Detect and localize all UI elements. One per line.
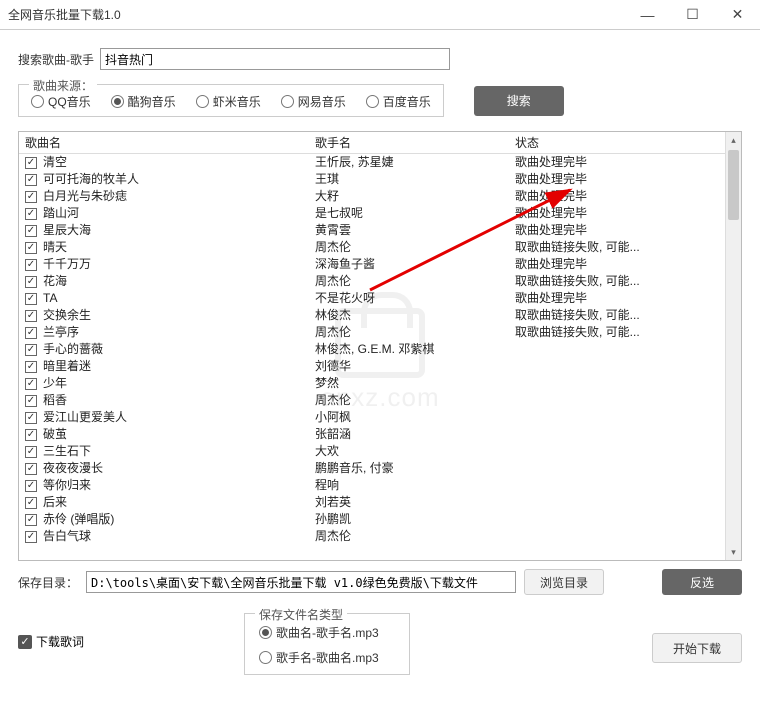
row-checkbox[interactable] [25, 429, 37, 441]
download-lyric-checkbox[interactable]: ✓ 下载歌词 [18, 633, 84, 650]
row-checkbox[interactable] [25, 446, 37, 458]
row-checkbox[interactable] [25, 259, 37, 271]
table-row[interactable]: 暗里着迷刘德华 [19, 358, 725, 375]
checkmark-icon: ✓ [18, 635, 32, 649]
scroll-up-icon[interactable]: ▴ [726, 132, 741, 148]
row-checkbox[interactable] [25, 225, 37, 237]
row-checkbox[interactable] [25, 157, 37, 169]
filetype-legend: 保存文件名类型 [255, 606, 347, 623]
table-row[interactable]: 白月光与朱砂痣大籽歌曲处理完毕 [19, 188, 725, 205]
titlebar: 全网音乐批量下载1.0 — ☐ ✕ [0, 0, 760, 30]
header-status[interactable]: 状态 [515, 134, 725, 151]
row-checkbox[interactable] [25, 463, 37, 475]
save-path-input[interactable] [86, 571, 516, 593]
minimize-button[interactable]: — [625, 0, 670, 30]
table-row[interactable]: 爱江山更爱美人小阿枫 [19, 409, 725, 426]
table-row[interactable]: 稻香周杰伦 [19, 392, 725, 409]
row-checkbox[interactable] [25, 378, 37, 390]
filetype-radio-0[interactable]: 歌曲名-歌手名.mp3 [259, 624, 379, 641]
source-legend: 歌曲来源： [29, 77, 97, 94]
table-row[interactable]: 可可托海的牧羊人王琪歌曲处理完毕 [19, 171, 725, 188]
search-input[interactable] [100, 48, 450, 70]
radio-icon [366, 95, 379, 108]
source-radio-3[interactable]: 网易音乐 [281, 93, 346, 110]
radio-icon [259, 626, 272, 639]
row-checkbox[interactable] [25, 412, 37, 424]
start-download-button[interactable]: 开始下载 [652, 633, 742, 663]
source-radio-0[interactable]: QQ音乐 [31, 93, 91, 110]
filetype-fieldset: 保存文件名类型 歌曲名-歌手名.mp3歌手名-歌曲名.mp3 [244, 613, 410, 675]
browse-button[interactable]: 浏览目录 [524, 569, 604, 595]
header-artist[interactable]: 歌手名 [315, 134, 515, 151]
row-checkbox[interactable] [25, 242, 37, 254]
window-title: 全网音乐批量下载1.0 [8, 6, 625, 23]
source-radio-2[interactable]: 虾米音乐 [196, 93, 261, 110]
row-checkbox[interactable] [25, 514, 37, 526]
song-list: 歌曲名 歌手名 状态 清空王忻辰, 苏星婕歌曲处理完毕可可托海的牧羊人王琪歌曲处… [18, 131, 742, 561]
row-checkbox[interactable] [25, 191, 37, 203]
table-row[interactable]: 晴天周杰伦取歌曲链接失败, 可能... [19, 239, 725, 256]
row-checkbox[interactable] [25, 208, 37, 220]
list-header: 歌曲名 歌手名 状态 [19, 132, 725, 154]
header-song[interactable]: 歌曲名 [25, 134, 315, 151]
table-row[interactable]: 三生石下大欢 [19, 443, 725, 460]
table-row[interactable]: 少年梦然 [19, 375, 725, 392]
table-row[interactable]: TA不是花火呀歌曲处理完毕 [19, 290, 725, 307]
table-row[interactable]: 等你归来程响 [19, 477, 725, 494]
table-row[interactable]: 破茧张韶涵 [19, 426, 725, 443]
radio-icon [196, 95, 209, 108]
table-row[interactable]: 花海周杰伦取歌曲链接失败, 可能... [19, 273, 725, 290]
row-checkbox[interactable] [25, 293, 37, 305]
row-checkbox[interactable] [25, 174, 37, 186]
row-checkbox[interactable] [25, 395, 37, 407]
table-row[interactable]: 交换余生林俊杰取歌曲链接失败, 可能... [19, 307, 725, 324]
filetype-radio-1[interactable]: 歌手名-歌曲名.mp3 [259, 649, 379, 666]
table-row[interactable]: 兰亭序周杰伦取歌曲链接失败, 可能... [19, 324, 725, 341]
row-checkbox[interactable] [25, 361, 37, 373]
table-row[interactable]: 星辰大海黄霄雲歌曲处理完毕 [19, 222, 725, 239]
row-checkbox[interactable] [25, 310, 37, 322]
row-checkbox[interactable] [25, 531, 37, 543]
save-path-label: 保存目录： [18, 574, 78, 591]
invert-select-button[interactable]: 反选 [662, 569, 742, 595]
radio-icon [31, 95, 44, 108]
maximize-button[interactable]: ☐ [670, 0, 715, 30]
row-checkbox[interactable] [25, 276, 37, 288]
source-radio-1[interactable]: 酷狗音乐 [111, 93, 176, 110]
search-button[interactable]: 搜索 [474, 86, 564, 116]
table-row[interactable]: 千千万万深海鱼子酱歌曲处理完毕 [19, 256, 725, 273]
radio-icon [111, 95, 124, 108]
table-row[interactable]: 清空王忻辰, 苏星婕歌曲处理完毕 [19, 154, 725, 171]
table-row[interactable]: 告白气球周杰伦 [19, 528, 725, 545]
table-row[interactable]: 后来刘若英 [19, 494, 725, 511]
row-checkbox[interactable] [25, 480, 37, 492]
table-row[interactable]: 踏山河是七叔呢歌曲处理完毕 [19, 205, 725, 222]
scrollbar[interactable]: ▴ ▾ [725, 132, 741, 560]
download-lyric-label: 下载歌词 [36, 633, 84, 650]
scroll-down-icon[interactable]: ▾ [726, 544, 741, 560]
radio-icon [259, 651, 272, 664]
table-row[interactable]: 夜夜夜漫长鹏鹏音乐, 付豪 [19, 460, 725, 477]
table-row[interactable]: 手心的蔷薇林俊杰, G.E.M. 邓紫棋 [19, 341, 725, 358]
search-label: 搜索歌曲-歌手 [18, 51, 94, 68]
radio-icon [281, 95, 294, 108]
row-checkbox[interactable] [25, 497, 37, 509]
row-checkbox[interactable] [25, 344, 37, 356]
source-radio-4[interactable]: 百度音乐 [366, 93, 431, 110]
row-checkbox[interactable] [25, 327, 37, 339]
close-button[interactable]: ✕ [715, 0, 760, 30]
scroll-thumb[interactable] [728, 150, 739, 220]
source-fieldset: 歌曲来源： QQ音乐酷狗音乐虾米音乐网易音乐百度音乐 [18, 84, 444, 117]
table-row[interactable]: 赤伶 (弹唱版)孙鹏凯 [19, 511, 725, 528]
